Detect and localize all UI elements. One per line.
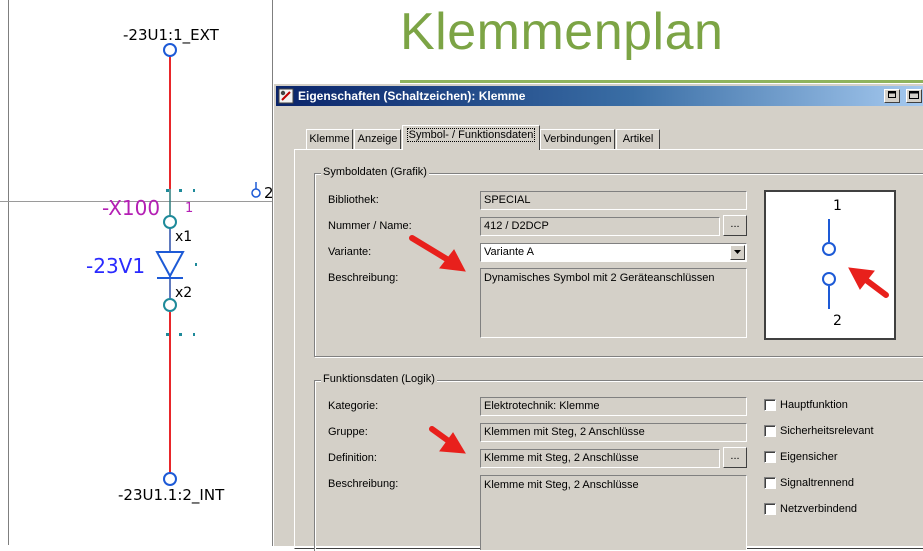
diode-triangle <box>155 251 185 279</box>
checkbox-signaltrennend[interactable] <box>764 477 776 489</box>
checkbox-eigensicher-label: Eigensicher <box>780 451 838 463</box>
tab-artikel[interactable]: Artikel <box>616 129 660 149</box>
category-label: Kategorie: <box>328 400 379 412</box>
terminal-pin-number: 1 <box>185 201 194 216</box>
library-field: SPECIAL <box>480 191 747 210</box>
function-data-group-title: Funktionsdaten (Logik) <box>321 373 437 385</box>
pin-label-x2: x2 <box>175 285 193 301</box>
device-tag: -23V1 <box>86 254 146 278</box>
checkbox-signaltrennend-label: Signaltrennend <box>780 477 855 489</box>
symbol-preview: 1 2 <box>764 190 896 340</box>
page-title: Klemmenplan <box>400 3 724 61</box>
symbol-preview-graphic <box>822 219 836 309</box>
checkbox-sicherheitsrelevant[interactable] <box>764 425 776 437</box>
group-field: Klemmen mit Steg, 2 Anschlüsse <box>480 423 747 442</box>
tab-klemme[interactable]: Klemme <box>306 129 353 149</box>
checkbox-hauptfunktion-label: Hauptfunktion <box>780 399 848 411</box>
symbol-data-group-title: Symboldaten (Grafik) <box>321 166 429 178</box>
function-description-label: Beschreibung: <box>328 478 399 490</box>
bottom-connection-label: -23U1.1:2_INT <box>118 486 225 504</box>
chevron-down-icon <box>734 250 741 254</box>
maximize-icon <box>909 91 919 99</box>
function-description-field: Klemme mit Steg, 2 Anschlüsse <box>480 475 747 550</box>
properties-dialog[interactable]: Eigenschaften (Schaltzeichen): Klemme Kl… <box>273 83 923 551</box>
app-icon <box>278 88 294 104</box>
restore-icon <box>888 91 896 98</box>
symbol-description-field: Dynamisches Symbol mit 2 Geräteanschlüss… <box>480 268 747 338</box>
connection-point-bottom <box>163 472 177 486</box>
preview-pin-2: 2 <box>833 313 842 329</box>
checkbox-hauptfunktion[interactable] <box>764 399 776 411</box>
side-connection-point <box>251 188 261 198</box>
library-label: Bibliothek: <box>328 194 379 206</box>
terminal-tag: -X100 <box>102 196 161 220</box>
checkbox-sicherheitsrelevant-label: Sicherheitsrelevant <box>780 425 874 437</box>
variant-select[interactable]: Variante A <box>480 243 747 262</box>
tab-anzeige[interactable]: Anzeige <box>354 129 401 149</box>
preview-pin-1: 1 <box>833 198 842 214</box>
pin-label-x1: x1 <box>175 229 193 245</box>
definition-field: Klemme mit Steg, 2 Anschlüsse <box>480 449 720 468</box>
definition-browse-button[interactable]: ... <box>723 447 747 468</box>
dialog-titlebar[interactable]: Eigenschaften (Schaltzeichen): Klemme <box>276 86 923 106</box>
tab-symbol-funktionsdaten[interactable]: Symbol- / Funktionsdaten <box>402 125 540 150</box>
variant-value: Variante A <box>484 246 534 258</box>
top-connection-label: -23U1:1_EXT <box>123 26 219 44</box>
category-field: Elektrotechnik: Klemme <box>480 397 747 416</box>
checkbox-eigensicher[interactable] <box>764 451 776 463</box>
restore-button[interactable] <box>884 89 900 103</box>
dialog-title: Eigenschaften (Schaltzeichen): Klemme <box>298 89 526 103</box>
checkbox-netzverbindend-label: Netzverbindend <box>780 503 858 515</box>
tab-panel: Symboldaten (Grafik) Bibliothek: SPECIAL… <box>294 149 923 551</box>
variant-dropdown-button[interactable] <box>730 245 745 260</box>
checkbox-netzverbindend[interactable] <box>764 503 776 515</box>
tab-verbindungen[interactable]: Verbindungen <box>540 129 615 149</box>
number-name-field: 412 / D2DCP <box>480 217 720 236</box>
connection-point-top <box>163 43 177 57</box>
definition-label: Definition: <box>328 452 377 464</box>
terminal-circle-top <box>163 215 177 229</box>
variant-label: Variante: <box>328 246 372 258</box>
group-label: Gruppe: <box>328 426 368 438</box>
number-name-browse-button[interactable]: ... <box>723 215 747 236</box>
maximize-button[interactable] <box>906 89 922 103</box>
symbol-description-label: Beschreibung: <box>328 272 399 284</box>
number-name-label: Nummer / Name: <box>328 220 412 232</box>
